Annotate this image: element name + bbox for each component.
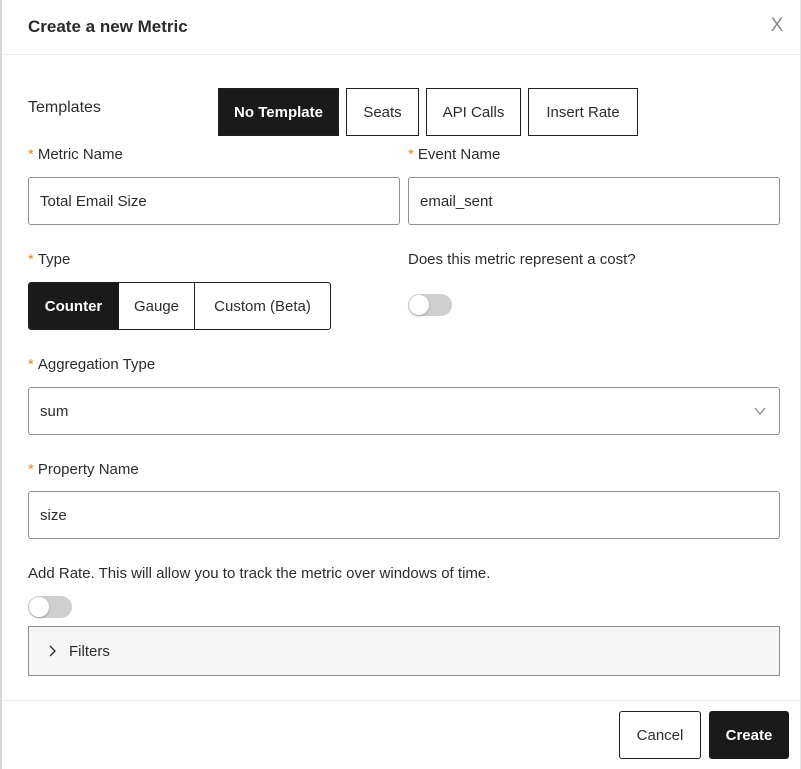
- type-selector: Counter Gauge Custom (Beta): [28, 282, 331, 330]
- toggle-knob: [29, 597, 49, 617]
- metric-name-label: * Metric Name: [28, 146, 123, 163]
- type-gauge-option[interactable]: Gauge: [119, 283, 195, 329]
- aggregation-type-value: sum: [40, 402, 69, 420]
- required-mark: *: [408, 146, 414, 163]
- template-seats-button[interactable]: Seats: [346, 88, 419, 136]
- aggregation-type-label: * Aggregation Type: [28, 356, 155, 373]
- add-rate-label: Add Rate. This will allow you to track t…: [28, 565, 491, 582]
- property-name-label: * Property Name: [28, 461, 139, 478]
- chevron-right-icon: [49, 645, 56, 657]
- type-custom-option[interactable]: Custom (Beta): [195, 283, 330, 329]
- close-icon[interactable]: X: [766, 14, 788, 38]
- type-label: * Type: [28, 251, 70, 268]
- template-no-template-button[interactable]: No Template: [218, 88, 339, 136]
- create-metric-dialog: Create a new Metric X Templates No Templ…: [0, 0, 801, 769]
- required-mark: *: [28, 356, 34, 373]
- cost-toggle[interactable]: [408, 294, 452, 316]
- event-name-label-text: Event Name: [417, 146, 501, 163]
- event-name-label: * Event Name: [408, 146, 500, 163]
- required-mark: *: [28, 461, 34, 478]
- dialog-header: Create a new Metric X: [2, 0, 800, 55]
- templates-label: Templates: [28, 99, 101, 116]
- add-rate-toggle[interactable]: [28, 596, 72, 618]
- filters-expander[interactable]: Filters: [28, 626, 780, 676]
- metric-name-input[interactable]: Total Email Size: [28, 177, 400, 225]
- dialog-title: Create a new Metric: [28, 17, 188, 36]
- cost-label: Does this metric represent a cost?: [408, 251, 636, 268]
- template-insert-rate-button[interactable]: Insert Rate: [528, 88, 638, 136]
- required-mark: *: [28, 146, 34, 163]
- toggle-knob: [409, 295, 429, 315]
- property-name-input[interactable]: size: [28, 491, 780, 539]
- type-counter-option[interactable]: Counter: [29, 283, 119, 329]
- type-label-text: Type: [37, 251, 71, 268]
- metric-name-label-text: Metric Name: [37, 146, 123, 163]
- event-name-input[interactable]: email_sent: [408, 177, 780, 225]
- aggregation-type-label-text: Aggregation Type: [37, 356, 156, 373]
- create-button[interactable]: Create: [709, 711, 789, 759]
- chevron-down-icon: [754, 407, 766, 416]
- cancel-button[interactable]: Cancel: [619, 711, 701, 759]
- aggregation-type-select[interactable]: sum: [28, 387, 780, 435]
- template-api-calls-button[interactable]: API Calls: [426, 88, 521, 136]
- required-mark: *: [28, 251, 34, 268]
- filters-label: Filters: [69, 642, 110, 660]
- property-name-label-text: Property Name: [37, 461, 139, 478]
